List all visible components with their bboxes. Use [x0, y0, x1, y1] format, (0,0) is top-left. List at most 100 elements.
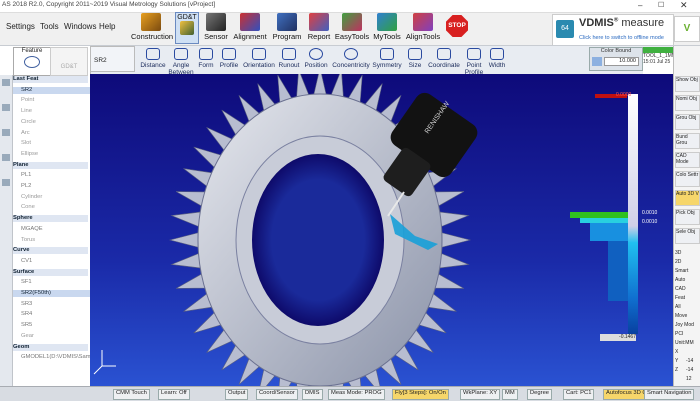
right-option[interactable]: Unit:MM [675, 340, 700, 348]
ribbon-mytools[interactable]: MyTools [372, 13, 402, 41]
tree-item[interactable]: SF1 [13, 279, 96, 286]
tree-item[interactable]: Gear [13, 333, 96, 340]
tree-item[interactable]: Ellipse [13, 151, 96, 158]
status-item[interactable]: Meas Mode: PROG [328, 389, 385, 400]
ribbon-alignment[interactable]: Alignment [232, 13, 268, 41]
status-item[interactable]: Fly[3 Steps]: On/On [392, 389, 449, 400]
tree-item[interactable]: Geom [13, 344, 88, 351]
ribbon-construction[interactable]: Construction [131, 13, 171, 41]
3d-viewport[interactable]: SR2 RENISHAW 0.0000 0.0010 0.001 [90, 74, 673, 386]
viewport-tab[interactable]: SR2 [90, 46, 135, 72]
right-option[interactable]: CAD [675, 286, 700, 294]
tree-item[interactable]: SR4 [13, 311, 96, 318]
tab-gdt[interactable]: GD&T [50, 47, 88, 76]
strip-icon-3[interactable] [2, 129, 10, 136]
close-icon[interactable]: ✕ [680, 0, 688, 11]
tree-item[interactable]: Torus [13, 237, 96, 244]
right-item[interactable]: CAD Mode [675, 152, 700, 168]
tree-item[interactable]: Cone [13, 204, 96, 211]
menu-settings[interactable]: Settings [6, 22, 35, 31]
tree-item[interactable]: PL2 [13, 183, 96, 190]
tree-item[interactable]: SR5 [13, 322, 96, 329]
ribbon-sensor[interactable]: Sensor [201, 13, 231, 41]
tool-angle-between[interactable]: Angle Between [168, 48, 194, 76]
tool-symmetry[interactable]: Symmetry [372, 48, 402, 69]
tool-width[interactable]: Width [486, 48, 508, 69]
ribbon-aligntools[interactable]: AlignTools [404, 13, 442, 41]
tool-form[interactable]: Form [196, 48, 216, 69]
status-item[interactable]: Smart Navigation [644, 389, 694, 400]
tree-item[interactable]: CV1 [13, 258, 96, 265]
status-item[interactable]: DMIS [302, 389, 323, 400]
tab-feature[interactable]: Feature [13, 47, 51, 76]
right-item[interactable]: Sele Obj [675, 228, 700, 244]
right-item[interactable]: Pick Obj [675, 209, 700, 225]
tree-item[interactable]: Curve [13, 247, 88, 254]
tool-coordinate[interactable]: Coordinate [427, 48, 461, 69]
right-option[interactable]: Auto [675, 277, 700, 285]
status-item[interactable]: Output [225, 389, 248, 400]
tool-runout[interactable]: Runout [278, 48, 300, 69]
right-item[interactable]: Colo Settr [675, 171, 700, 187]
strip-icon-5[interactable] [2, 179, 10, 186]
status-item[interactable]: CMM Touch [113, 389, 150, 400]
status-item[interactable]: Learn: Off [158, 389, 190, 400]
ribbon-report[interactable]: Report [305, 13, 333, 41]
right-option[interactable]: Move [675, 313, 700, 321]
right-item[interactable]: Show Obj [675, 76, 700, 92]
tree-item[interactable]: SR3 [13, 301, 96, 308]
menu-tools[interactable]: Tools [40, 22, 59, 31]
tree-item[interactable]: Arc [13, 130, 96, 137]
right-option[interactable]: 2D [675, 259, 700, 267]
status-item[interactable]: Coord/Sensor [256, 389, 298, 400]
tree-item[interactable]: SR2 [13, 87, 96, 94]
arrow-up-icon[interactable] [592, 57, 602, 66]
status-item[interactable]: Cart: PC1 [563, 389, 594, 400]
tree-item[interactable]: Plane [13, 162, 88, 169]
tree-item[interactable]: Surface [13, 269, 88, 276]
menu-windows[interactable]: Windows [64, 22, 96, 31]
ribbon-gdt[interactable]: GD&T [175, 12, 199, 44]
right-option[interactable]: Feat [675, 295, 700, 303]
right-option[interactable]: 3D [675, 250, 700, 258]
tree-item[interactable]: Circle [13, 119, 96, 126]
strip-icon-4[interactable] [2, 154, 10, 161]
stop-button[interactable]: STOP [446, 15, 468, 37]
tree-item[interactable]: Sphere [13, 215, 88, 222]
menu-help[interactable]: Help [99, 22, 115, 31]
right-item[interactable]: Auto 3D V [675, 190, 700, 206]
right-option[interactable]: PCI [675, 331, 700, 339]
minimize-icon[interactable]: – [638, 1, 642, 10]
tool-distance[interactable]: Distance [139, 48, 167, 69]
right-option[interactable]: X [675, 349, 700, 357]
tree-item[interactable]: SR2(F50th) [13, 290, 96, 297]
right-option[interactable]: Smart [675, 268, 700, 276]
tool-point-profile[interactable]: Point Profile [462, 48, 486, 76]
tree-item[interactable]: Slot [13, 140, 96, 147]
tool-position[interactable]: Position [303, 48, 329, 69]
tool-profile[interactable]: Profile [217, 48, 241, 69]
status-item[interactable]: MM [502, 389, 518, 400]
status-item[interactable]: WkPlane: XY [460, 389, 500, 400]
tree-item[interactable]: Line [13, 108, 96, 115]
right-option[interactable]: Joy Mod [675, 322, 700, 330]
right-item[interactable]: Grou Obj [675, 114, 700, 130]
tool-size[interactable]: Size [405, 48, 425, 69]
right-option[interactable]: All [675, 304, 700, 312]
tree-item[interactable]: Last Feat [13, 76, 88, 83]
color-bound-box[interactable]: Color Bound 10.000 [589, 47, 643, 71]
maximize-icon[interactable]: ☐ [658, 1, 664, 9]
tool-orientation[interactable]: Orientation [242, 48, 276, 69]
status-item[interactable]: Degree [527, 389, 552, 400]
strip-icon-1[interactable] [2, 79, 10, 86]
tree-item[interactable]: Point [13, 97, 96, 104]
tree-item[interactable]: GMODEL1(D:\VDMIS\Sam [13, 354, 96, 361]
tree-item[interactable]: Cylinder [13, 194, 96, 201]
tool-concentricity[interactable]: Concentricity [331, 48, 371, 69]
vdmis-banner[interactable]: 64 VDMIS® measure Click here to switch t… [552, 14, 674, 46]
tree-item[interactable]: MGAQE [13, 226, 96, 233]
strip-icon-2[interactable] [2, 104, 10, 111]
right-item[interactable]: Bund Grou [675, 133, 700, 149]
color-bound-input[interactable]: 10.000 [604, 57, 639, 66]
ribbon-easytools[interactable]: EasyTools [334, 13, 370, 41]
